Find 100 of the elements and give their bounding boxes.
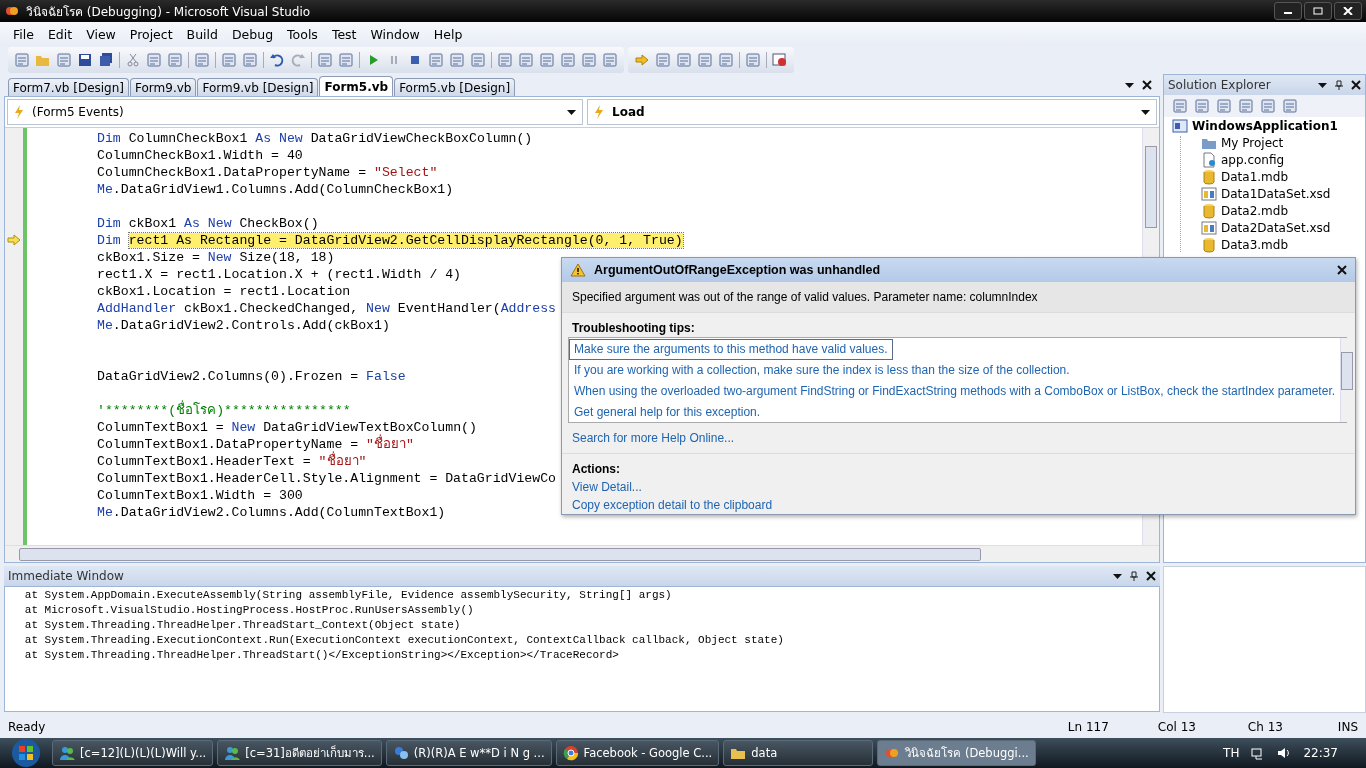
document-icon (1201, 152, 1217, 168)
tree-item[interactable]: Data1.mdb (1201, 170, 1357, 184)
dropdown-arrow-icon[interactable] (1141, 109, 1150, 115)
action-link[interactable]: Copy exception detail to the clipboard (562, 496, 783, 514)
undo-icon[interactable] (269, 52, 285, 68)
column-number: Col 13 (1157, 720, 1197, 734)
code-line: '********(ชื่อโรค)**************** (97, 402, 351, 419)
save-all-icon[interactable] (98, 52, 114, 68)
database-icon (1201, 237, 1217, 253)
maximize-icon (1313, 7, 1323, 15)
code-line: Me.DataGridView1.Columns.Add(ColumnCheckBox1) (97, 181, 454, 198)
tip-link[interactable]: Make sure the arguments to this method have valid values. (569, 339, 893, 360)
menu-item[interactable]: Window (363, 26, 427, 42)
browser-icon (562, 745, 579, 761)
document-tab[interactable]: Form5.vb [Design] (394, 78, 516, 96)
people-icon (59, 745, 75, 761)
panel-title: Solution Explorer (1168, 78, 1272, 92)
window-title: วินิจฉัยโรค (Debugging) - Microsoft Visual Studio (26, 3, 312, 21)
tree-item[interactable]: app.config (1201, 153, 1357, 167)
exception-message: Specified argument was out of the range of valid values. Parameter name: columnIndex (562, 282, 1355, 313)
language-indicator[interactable]: TH (1223, 746, 1240, 760)
close-icon[interactable] (1351, 80, 1361, 90)
menu-item[interactable]: Tools (280, 26, 325, 42)
taskbar-button[interactable]: data (723, 740, 874, 766)
status-text: Ready (8, 720, 47, 734)
taskbar-button[interactable]: [c=12](L)(L)(L)Will y... (52, 740, 214, 766)
speaker-icon[interactable] (1277, 746, 1292, 760)
close-icon[interactable] (1142, 80, 1152, 90)
close-icon[interactable] (1337, 265, 1347, 275)
menu-item[interactable]: Test (324, 26, 364, 42)
clock[interactable]: 22:37 (1303, 746, 1338, 760)
panel-title: Immediate Window (8, 569, 125, 583)
tree-item[interactable]: Data2.mdb (1201, 204, 1357, 218)
horizontal-scrollbar[interactable] (5, 545, 1159, 562)
close-button[interactable] (1334, 2, 1362, 20)
exception-title: ArgumentOutOfRangeException was unhandled (594, 263, 882, 277)
object-dropdown[interactable]: (Form5 Events) (7, 99, 583, 125)
help-link[interactable]: Search for more Help Online... (562, 429, 745, 447)
close-icon[interactable] (1146, 571, 1156, 581)
vertical-scrollbar[interactable] (1340, 338, 1354, 422)
output-line: at System.Threading.ThreadHelper.ThreadStart()</ExceptionString></Exception></TraceRecord> (23, 648, 620, 663)
output-line: at System.Threading.ExecutionContext.Run(ExecutionContext executionContext, ContextCallback callback, Object state) (23, 633, 785, 648)
menu-item[interactable]: Help (426, 26, 470, 42)
document-tab[interactable]: Form7.vb [Design] (8, 78, 129, 96)
code-line: rect1.X = rect1.Location.X + (rect1.Width / 4) (97, 266, 462, 283)
document-tab[interactable]: Form9.vb (130, 78, 197, 96)
minimize-button[interactable] (1274, 2, 1302, 20)
tree-item[interactable]: My Project (1201, 136, 1357, 150)
redo-icon[interactable] (290, 52, 306, 68)
menu-item[interactable]: View (79, 26, 123, 42)
menu-item[interactable]: Project (122, 26, 180, 42)
lightning-icon (594, 105, 604, 119)
menu-item[interactable]: File (6, 26, 41, 42)
code-line: ColumnTextBox1.HeaderText = "ชื่อยา" (97, 453, 367, 470)
code-line: ColumnTextBox1.HeaderCell.Style.Alignment = DataGridViewCo (97, 470, 556, 487)
breakpoint-icon[interactable] (772, 52, 788, 68)
dropdown-arrow-icon[interactable] (1125, 82, 1134, 88)
taskbar-button[interactable]: (R)(R)A E w**D i N g ... (385, 740, 552, 766)
menu-item[interactable]: Build (179, 26, 225, 42)
tip-link[interactable]: When using the overloaded two-argument FindString or FindExactString methods with a ComboBox or ListBox, check the startIndex parameter. (569, 381, 1341, 402)
tree-item[interactable]: Data1DataSet.xsd (1201, 187, 1357, 201)
code-line: Dim rect1 As Rectangle = DataGridView2.GetCellDisplayRectangle(0, 1, True) (97, 232, 683, 249)
code-line: Dim ckBox1 As New CheckBox() (97, 215, 319, 232)
cut-icon[interactable] (125, 52, 141, 68)
code-line: ColumnCheckBox1.DataPropertyName = "Select" (97, 164, 438, 181)
section-heading: Troubleshooting tips: (571, 320, 696, 337)
menu-item[interactable]: Debug (225, 26, 281, 42)
char-number: Ch 13 (1247, 720, 1284, 734)
dropdown-arrow-icon[interactable] (1318, 82, 1327, 88)
document-tab[interactable]: Form5.vb (319, 76, 394, 96)
maximize-button[interactable] (1304, 2, 1332, 20)
code-line: AddHandler ckBox1.CheckedChanged, New EventHandler(Address (97, 300, 557, 317)
warning-icon (570, 263, 586, 277)
event-dropdown[interactable]: Load (587, 99, 1157, 125)
tip-link[interactable]: Get general help for this exception. (569, 402, 766, 423)
code-line: ckBox1.Size = New Size(18, 18) (97, 249, 335, 266)
tree-item[interactable]: Data2DataSet.xsd (1201, 221, 1357, 235)
chat-icon (392, 745, 409, 761)
taskbar-button[interactable]: Facebook - Google C... (555, 740, 720, 766)
database-icon (1201, 203, 1217, 219)
close-icon (1343, 7, 1353, 15)
tree-item[interactable]: Data3.mdb (1201, 238, 1357, 252)
pin-icon[interactable] (1130, 571, 1138, 581)
output-line: at Microsoft.VisualStudio.HostingProcess.HostProc.RunUsersAssembly() (23, 603, 475, 618)
save-icon[interactable] (77, 52, 93, 68)
menu-item[interactable]: Edit (40, 26, 80, 42)
code-line: Dim ColumnCheckBox1 As New DataGridViewCheckBoxColumn() (97, 130, 533, 147)
code-line: ColumnTextBox1 = New DataGridViewTextBoxColumn() (97, 419, 477, 435)
dropdown-arrow-icon[interactable] (1113, 573, 1122, 579)
action-link[interactable]: View Detail... (562, 478, 652, 496)
tree-item[interactable]: WindowsApplication1 (1172, 119, 1357, 133)
output-line: at System.AppDomain.ExecuteAssembly(String assemblyFile, Evidence assemblySecurity, String[] args) (23, 588, 673, 603)
taskbar-button[interactable]: วินิจฉัยโรค (Debuggi... (877, 740, 1036, 766)
tip-link[interactable]: If you are working with a collection, make sure the index is less than the size of the collection. (569, 360, 1075, 381)
pin-icon[interactable] (1335, 80, 1343, 90)
document-tab[interactable]: Form9.vb [Design] (197, 78, 319, 96)
arrow-icon[interactable] (634, 52, 650, 68)
code-line: ColumnTextBox1.Width = 300 (97, 487, 303, 504)
dropdown-arrow-icon[interactable] (567, 109, 576, 115)
taskbar-button[interactable]: [c=31]อดีตอย่าเก็บมาร... (217, 740, 382, 766)
